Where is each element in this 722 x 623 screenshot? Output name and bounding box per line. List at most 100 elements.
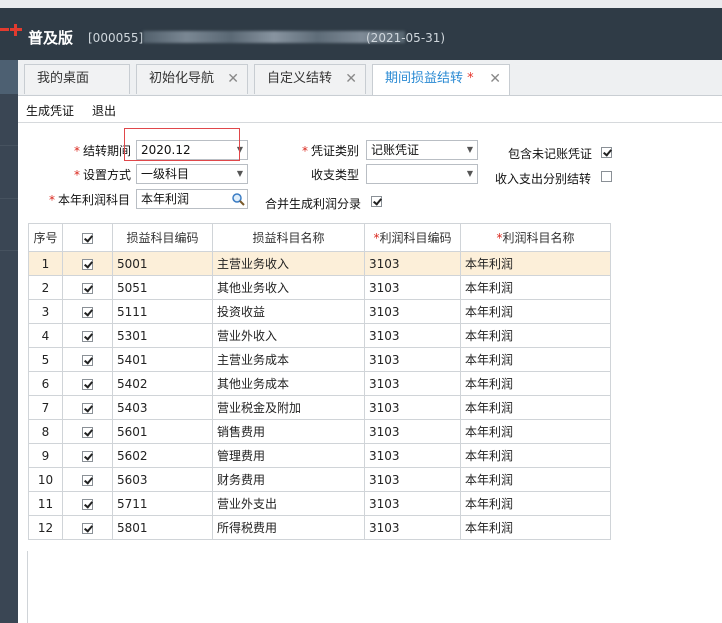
pl-account-name[interactable]: 营业税金及附加 <box>212 395 365 420</box>
profit-account-code[interactable]: 3103 <box>364 299 461 324</box>
pl-account-code[interactable]: 5301 <box>112 323 213 348</box>
row-checkbox[interactable] <box>82 522 93 534</box>
row-checkbox-cell[interactable] <box>62 419 113 444</box>
profit-account-name[interactable]: 本年利润 <box>460 299 611 324</box>
row-checkbox-cell[interactable] <box>62 467 113 492</box>
pl-account-name[interactable]: 销售费用 <box>212 419 365 444</box>
table-row[interactable]: 5 5401 主营业务成本 3103 本年利润 <box>28 347 611 372</box>
sidebar-selected[interactable] <box>0 60 18 94</box>
profit-account-field[interactable]: 本年利润 <box>136 189 248 209</box>
table-row[interactable]: 3 5111 投资收益 3103 本年利润 <box>28 299 611 324</box>
tab-custom-transfer[interactable]: 自定义结转 ✕ <box>254 64 366 94</box>
profit-account-name[interactable]: 本年利润 <box>460 515 611 540</box>
profit-account-name[interactable]: 本年利润 <box>460 323 611 348</box>
profit-account-code[interactable]: 3103 <box>364 371 461 396</box>
row-checkbox[interactable] <box>82 258 93 270</box>
table-row[interactable]: 2 5051 其他业务收入 3103 本年利润 <box>28 275 611 300</box>
pl-account-name[interactable]: 其他业务成本 <box>212 371 365 396</box>
profit-account-name[interactable]: 本年利润 <box>460 251 611 276</box>
row-checkbox-cell[interactable] <box>62 443 113 468</box>
table-row[interactable]: 4 5301 营业外收入 3103 本年利润 <box>28 323 611 348</box>
profit-account-code[interactable]: 3103 <box>364 443 461 468</box>
pl-account-name[interactable]: 所得税费用 <box>212 515 365 540</box>
row-number[interactable]: 6 <box>28 371 63 396</box>
pl-account-name[interactable]: 财务费用 <box>212 467 365 492</box>
profit-account-code[interactable]: 3103 <box>364 491 461 516</box>
pl-account-code[interactable]: 5401 <box>112 347 213 372</box>
row-checkbox[interactable] <box>82 330 93 342</box>
row-checkbox-cell[interactable] <box>62 347 113 372</box>
row-checkbox-cell[interactable] <box>62 395 113 420</box>
profit-account-name[interactable]: 本年利润 <box>460 419 611 444</box>
table-row[interactable]: 8 5601 销售费用 3103 本年利润 <box>28 419 611 444</box>
voucher-type-select[interactable]: 记账凭证 ▼ <box>366 140 478 160</box>
profit-account-name[interactable]: 本年利润 <box>460 443 611 468</box>
profit-account-code[interactable]: 3103 <box>364 323 461 348</box>
table-row[interactable]: 6 5402 其他业务成本 3103 本年利润 <box>28 371 611 396</box>
row-number[interactable]: 4 <box>28 323 63 348</box>
profit-account-name[interactable]: 本年利润 <box>460 275 611 300</box>
close-icon[interactable]: ✕ <box>227 65 239 93</box>
left-sidebar[interactable] <box>0 60 18 623</box>
pl-account-code[interactable]: 5602 <box>112 443 213 468</box>
pl-account-code[interactable]: 5711 <box>112 491 213 516</box>
profit-account-name[interactable]: 本年利润 <box>460 491 611 516</box>
table-row[interactable]: 10 5603 财务费用 3103 本年利润 <box>28 467 611 492</box>
row-checkbox[interactable] <box>82 474 93 486</box>
row-checkbox[interactable] <box>82 378 93 390</box>
profit-account-code[interactable]: 3103 <box>364 467 461 492</box>
row-checkbox-cell[interactable] <box>62 323 113 348</box>
pl-account-name[interactable]: 其他业务收入 <box>212 275 365 300</box>
method-select[interactable]: 一级科目 ▼ <box>136 164 248 184</box>
row-checkbox[interactable] <box>82 426 93 438</box>
pl-account-name[interactable]: 营业外支出 <box>212 491 365 516</box>
tab-my-desktop[interactable]: 我的桌面 <box>24 64 130 94</box>
row-checkbox[interactable] <box>82 450 93 462</box>
magnifier-icon[interactable] <box>231 192 245 206</box>
include-unposted-checkbox[interactable] <box>601 147 612 158</box>
dropdown-arrow-icon[interactable]: ▼ <box>237 141 243 159</box>
table-row[interactable]: 1 5001 主营业务收入 3103 本年利润 <box>28 251 611 276</box>
pl-account-name[interactable]: 主营业务收入 <box>212 251 365 276</box>
row-number[interactable]: 3 <box>28 299 63 324</box>
profit-account-name[interactable]: 本年利润 <box>460 467 611 492</box>
profit-account-code[interactable]: 3103 <box>364 251 461 276</box>
row-checkbox[interactable] <box>82 402 93 414</box>
pl-account-code[interactable]: 5601 <box>112 419 213 444</box>
row-number[interactable]: 7 <box>28 395 63 420</box>
row-checkbox[interactable] <box>82 354 93 366</box>
dropdown-arrow-icon[interactable]: ▼ <box>237 165 243 183</box>
pl-account-name[interactable]: 管理费用 <box>212 443 365 468</box>
table-row[interactable]: 9 5602 管理费用 3103 本年利润 <box>28 443 611 468</box>
pl-account-code[interactable]: 5051 <box>112 275 213 300</box>
row-number[interactable]: 9 <box>28 443 63 468</box>
row-checkbox[interactable] <box>82 282 93 294</box>
row-checkbox-cell[interactable] <box>62 515 113 540</box>
period-select[interactable]: 2020.12 ▼ <box>136 140 248 160</box>
close-icon[interactable]: ✕ <box>345 65 357 93</box>
separate-transfer-checkbox[interactable] <box>601 171 612 182</box>
pl-account-name[interactable]: 主营业务成本 <box>212 347 365 372</box>
col-header-select[interactable] <box>62 223 113 252</box>
profit-account-code[interactable]: 3103 <box>364 395 461 420</box>
profit-account-code[interactable]: 3103 <box>364 515 461 540</box>
pl-account-code[interactable]: 5403 <box>112 395 213 420</box>
row-number[interactable]: 10 <box>28 467 63 492</box>
row-number[interactable]: 1 <box>28 251 63 276</box>
income-type-select[interactable]: ▼ <box>366 164 478 184</box>
pl-account-code[interactable]: 5111 <box>112 299 213 324</box>
pl-account-code[interactable]: 5801 <box>112 515 213 540</box>
table-row[interactable]: 11 5711 营业外支出 3103 本年利润 <box>28 491 611 516</box>
tab-period-pl-transfer[interactable]: 期间损益结转 * ✕ <box>372 64 510 95</box>
generate-voucher-button[interactable]: 生成凭证 <box>26 102 74 119</box>
profit-account-name[interactable]: 本年利润 <box>460 395 611 420</box>
pl-account-name[interactable]: 投资收益 <box>212 299 365 324</box>
exit-button[interactable]: 退出 <box>92 102 116 119</box>
row-checkbox-cell[interactable] <box>62 299 113 324</box>
row-number[interactable]: 2 <box>28 275 63 300</box>
row-checkbox-cell[interactable] <box>62 491 113 516</box>
table-row[interactable]: 12 5801 所得税费用 3103 本年利润 <box>28 515 611 540</box>
profit-account-code[interactable]: 3103 <box>364 347 461 372</box>
profit-account-code[interactable]: 3103 <box>364 275 461 300</box>
pl-account-code[interactable]: 5001 <box>112 251 213 276</box>
